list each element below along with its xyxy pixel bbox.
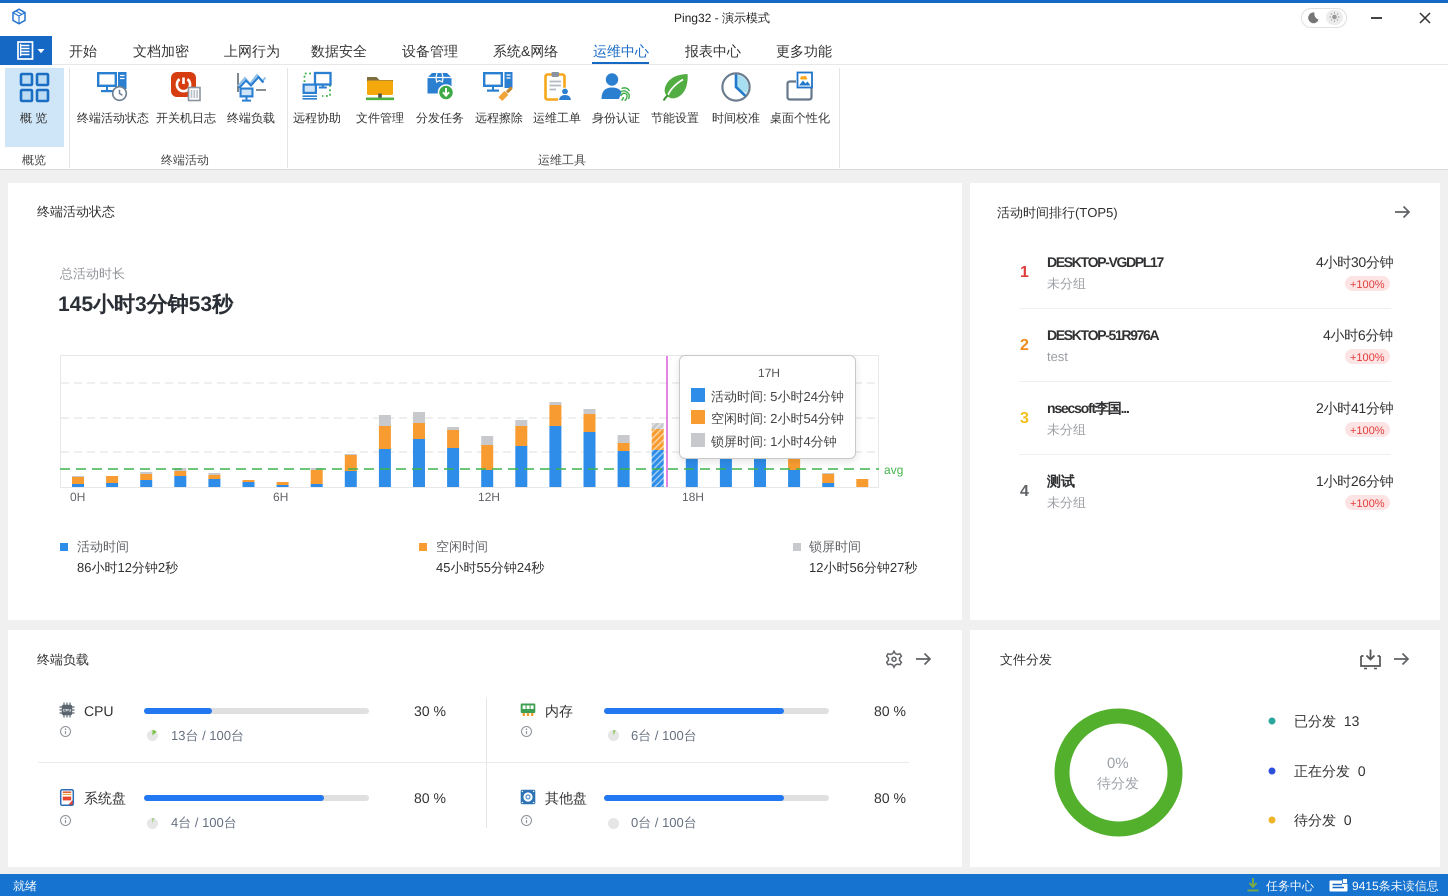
svg-text:CPU: CPU — [63, 708, 72, 713]
